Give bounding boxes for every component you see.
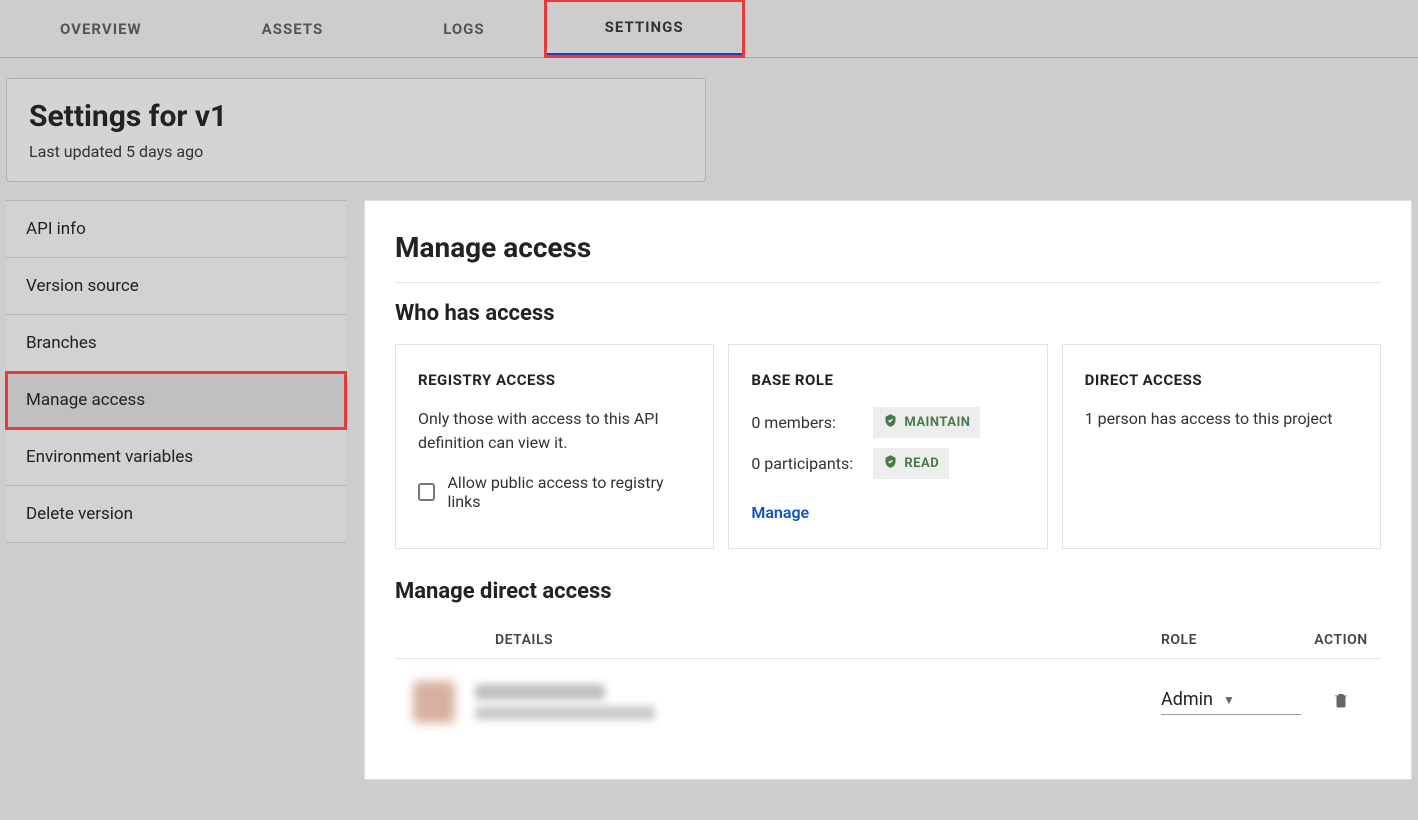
role-dropdown[interactable]: Admin ▼ bbox=[1161, 689, 1301, 715]
user-email-redacted bbox=[475, 706, 655, 720]
public-access-checkbox-label: Allow public access to registry links bbox=[447, 473, 691, 511]
avatar bbox=[413, 681, 455, 723]
participants-label: 0 participants: bbox=[751, 454, 859, 473]
col-action: ACTION bbox=[1301, 632, 1381, 648]
page-title: Settings for v1 bbox=[29, 99, 683, 134]
sidebar-item-label: Version source bbox=[26, 276, 139, 296]
divider bbox=[395, 282, 1381, 283]
caret-down-icon: ▼ bbox=[1223, 693, 1235, 707]
badge-text: MAINTAIN bbox=[904, 415, 970, 430]
registry-access-desc: Only those with access to this API defin… bbox=[418, 407, 691, 455]
col-role: ROLE bbox=[1161, 632, 1301, 648]
base-role-card: BASE ROLE 0 members: MAINTAIN 0 particip… bbox=[728, 344, 1047, 549]
tab-settings[interactable]: SETTINGS bbox=[545, 0, 744, 57]
direct-access-title: DIRECT ACCESS bbox=[1085, 371, 1358, 389]
content-panel: Manage access Who has access REGISTRY AC… bbox=[364, 200, 1412, 780]
panel-title: Manage access bbox=[395, 231, 1381, 264]
sidebar-item-api-info[interactable]: API info bbox=[6, 200, 346, 258]
user-info bbox=[475, 684, 1161, 720]
badge-text: READ bbox=[904, 456, 939, 471]
who-has-access-heading: Who has access bbox=[395, 301, 1381, 326]
sidebar-item-delete-version[interactable]: Delete version bbox=[6, 486, 346, 543]
shield-check-icon bbox=[883, 454, 898, 473]
direct-access-card: DIRECT ACCESS 1 person has access to thi… bbox=[1062, 344, 1381, 549]
delete-access-button[interactable] bbox=[1301, 690, 1381, 714]
manage-base-role-link[interactable]: Manage bbox=[751, 503, 809, 522]
read-badge: READ bbox=[873, 448, 949, 479]
shield-check-icon bbox=[883, 413, 898, 432]
access-cards: REGISTRY ACCESS Only those with access t… bbox=[395, 344, 1381, 549]
top-tabs: OVERVIEW ASSETS LOGS SETTINGS bbox=[0, 0, 1418, 58]
table-row: Admin ▼ bbox=[395, 659, 1381, 745]
sidebar-item-label: Manage access bbox=[26, 390, 145, 410]
registry-access-title: REGISTRY ACCESS bbox=[418, 371, 691, 389]
maintain-badge: MAINTAIN bbox=[873, 407, 980, 438]
role-value: Admin bbox=[1161, 689, 1213, 710]
public-access-checkbox[interactable] bbox=[418, 483, 435, 501]
base-role-title: BASE ROLE bbox=[751, 371, 1024, 389]
tab-assets[interactable]: ASSETS bbox=[202, 0, 384, 57]
registry-access-card: REGISTRY ACCESS Only those with access t… bbox=[395, 344, 714, 549]
last-updated: Last updated 5 days ago bbox=[29, 142, 683, 161]
manage-direct-access-heading: Manage direct access bbox=[395, 579, 1381, 604]
sidebar-item-label: API info bbox=[26, 219, 86, 239]
sidebar-item-label: Delete version bbox=[26, 504, 133, 524]
sidebar-item-version-source[interactable]: Version source bbox=[6, 258, 346, 315]
members-label: 0 members: bbox=[751, 413, 859, 432]
trash-icon bbox=[1332, 695, 1350, 714]
tab-logs[interactable]: LOGS bbox=[383, 0, 544, 57]
user-name-redacted bbox=[475, 684, 605, 700]
sidebar-item-label: Branches bbox=[26, 333, 97, 353]
access-table-header: DETAILS ROLE ACTION bbox=[395, 622, 1381, 659]
participants-row: 0 participants: READ bbox=[751, 448, 1024, 479]
sidebar-item-manage-access[interactable]: Manage access bbox=[6, 372, 346, 429]
direct-access-desc: 1 person has access to this project bbox=[1085, 407, 1358, 431]
main-layout: API info Version source Branches Manage … bbox=[0, 200, 1418, 780]
sidebar-item-environment-variables[interactable]: Environment variables bbox=[6, 429, 346, 486]
sidebar-item-branches[interactable]: Branches bbox=[6, 315, 346, 372]
settings-header-card: Settings for v1 Last updated 5 days ago bbox=[6, 78, 706, 182]
tab-overview[interactable]: OVERVIEW bbox=[0, 0, 202, 57]
public-access-checkbox-row: Allow public access to registry links bbox=[418, 473, 691, 511]
members-row: 0 members: MAINTAIN bbox=[751, 407, 1024, 438]
sidebar-item-label: Environment variables bbox=[26, 447, 193, 467]
col-details: DETAILS bbox=[395, 632, 1161, 648]
settings-sidebar: API info Version source Branches Manage … bbox=[6, 200, 346, 780]
